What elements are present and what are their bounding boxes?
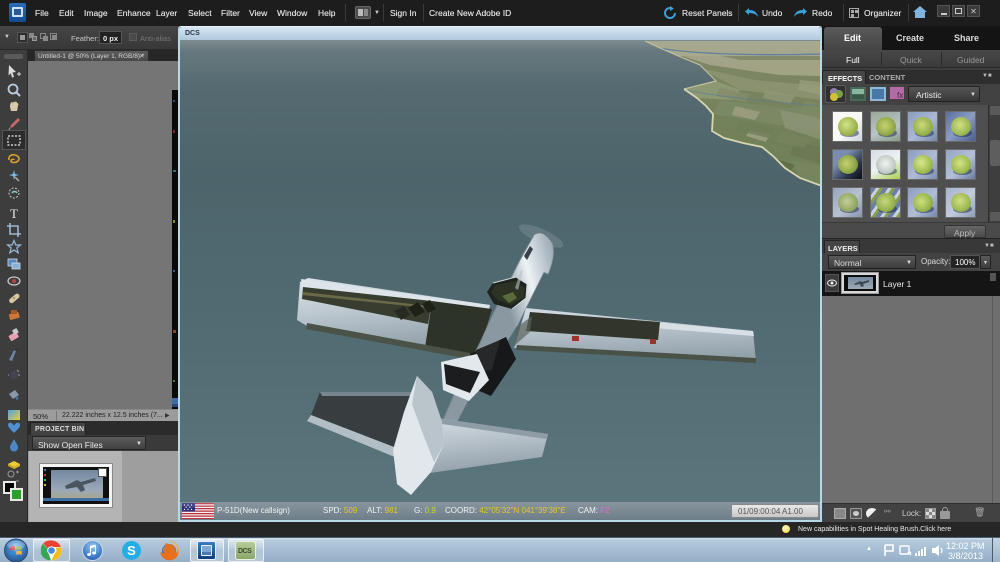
svg-text:fx: fx [897, 91, 903, 100]
svg-text:S: S [127, 543, 136, 558]
svg-text:T: T [10, 206, 18, 221]
